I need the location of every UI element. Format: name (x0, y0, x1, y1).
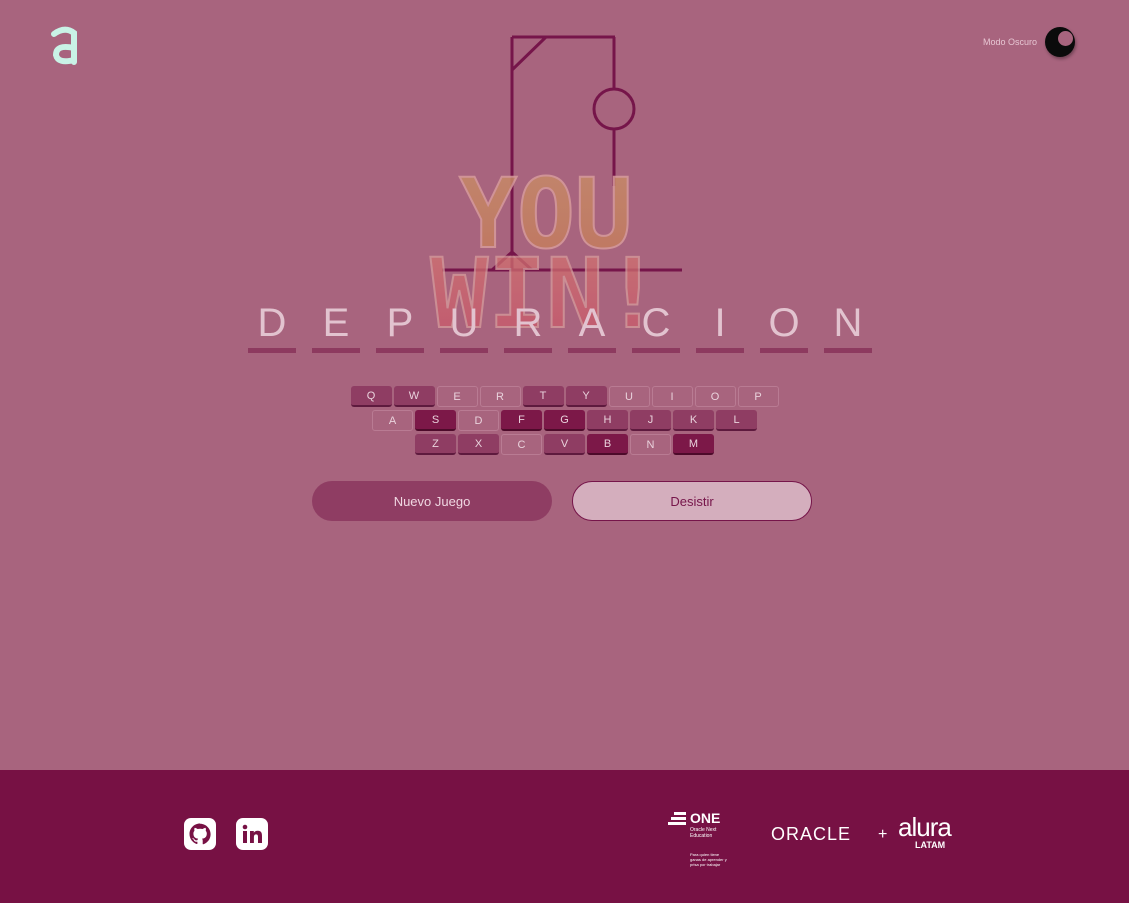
key-b[interactable]: B (587, 434, 628, 455)
slot-underline (568, 348, 616, 353)
github-link[interactable] (184, 818, 216, 850)
dark-mode-label: Modo Oscuro (983, 37, 1038, 47)
letter-slot: C (632, 302, 680, 353)
virtual-keyboard: QWERTYUIOP ASDFGHJKL ZXCVBNM (0, 386, 1129, 455)
one-title: ONE (690, 810, 721, 826)
key-o[interactable]: O (694, 386, 736, 407)
one-subtitle: Oracle Next Education (690, 827, 717, 839)
key-n[interactable]: N (630, 434, 671, 455)
slot-underline (312, 348, 360, 353)
new-game-button[interactable]: Nuevo Juego (312, 481, 552, 521)
key-r[interactable]: R (479, 386, 521, 407)
alura-latam-logo: alura (898, 812, 952, 842)
slot-letter: D (257, 301, 287, 345)
slot-letter: A (578, 301, 606, 345)
letter-slot: O (760, 302, 808, 353)
slot-letter: R (513, 301, 543, 345)
linkedin-icon (242, 824, 262, 843)
keyboard-row-2: ASDFGHJKL (372, 410, 757, 431)
letter-slot: E (312, 302, 360, 353)
linkedin-link[interactable] (236, 818, 268, 850)
key-j[interactable]: J (630, 410, 671, 431)
keyboard-row-3: ZXCVBNM (415, 434, 714, 455)
key-a[interactable]: A (372, 410, 413, 431)
key-h[interactable]: H (587, 410, 628, 431)
letter-slot: D (248, 302, 296, 353)
one-logo: ONE Oracle Next Education Para quien tie… (668, 810, 732, 872)
key-y[interactable]: Y (565, 386, 607, 407)
key-t[interactable]: T (522, 386, 564, 407)
slot-letter: U (449, 301, 479, 345)
slot-underline (248, 348, 296, 353)
letter-slot: I (696, 302, 744, 353)
slot-letter: O (768, 301, 800, 345)
slot-underline (504, 348, 552, 353)
letter-slot: U (440, 302, 488, 353)
slot-underline (440, 348, 488, 353)
footer: ONE Oracle Next Education Para quien tie… (0, 770, 1129, 903)
key-u[interactable]: U (608, 386, 650, 407)
plus-sign: + (878, 826, 888, 843)
letter-slot: A (568, 302, 616, 353)
slot-letter: N (833, 301, 863, 345)
key-z[interactable]: Z (415, 434, 456, 455)
give-up-button[interactable]: Desistir (572, 481, 812, 521)
key-s[interactable]: S (415, 410, 456, 431)
letter-slot: P (376, 302, 424, 353)
slot-underline (632, 348, 680, 353)
slot-letter: E (322, 301, 350, 345)
github-icon (189, 823, 211, 845)
one-stack-icon (668, 812, 686, 825)
key-i[interactable]: I (651, 386, 693, 407)
slot-letter: I (714, 301, 726, 345)
slot-letter: P (386, 301, 414, 345)
key-x[interactable]: X (458, 434, 499, 455)
oracle-logo: ORACLE (771, 824, 852, 844)
slot-underline (824, 348, 872, 353)
key-d[interactable]: D (458, 410, 499, 431)
key-c[interactable]: C (501, 434, 542, 455)
keyboard-row-1: QWERTYUIOP (350, 386, 779, 407)
key-k[interactable]: K (673, 410, 714, 431)
slot-underline (696, 348, 744, 353)
key-f[interactable]: F (501, 410, 542, 431)
key-w[interactable]: W (393, 386, 435, 407)
key-l[interactable]: L (716, 410, 757, 431)
key-g[interactable]: G (544, 410, 585, 431)
moon-icon[interactable] (1045, 27, 1076, 57)
key-q[interactable]: Q (350, 386, 392, 407)
one-tagline: Para quien tiene ganas de aprender y pri… (690, 852, 727, 867)
letter-slot: R (504, 302, 552, 353)
key-e[interactable]: E (436, 386, 478, 407)
key-v[interactable]: V (544, 434, 585, 455)
slot-letter: C (641, 301, 671, 345)
alura-logo-icon[interactable] (48, 24, 82, 68)
key-p[interactable]: P (737, 386, 779, 407)
slot-underline (760, 348, 808, 353)
dark-mode-toggle[interactable]: Modo Oscuro (983, 27, 1076, 57)
letter-slot: N (824, 302, 872, 353)
key-m[interactable]: M (673, 434, 714, 455)
latam-label: LATAM (915, 840, 946, 850)
word-display: DEPURACION (248, 302, 872, 353)
slot-underline (376, 348, 424, 353)
